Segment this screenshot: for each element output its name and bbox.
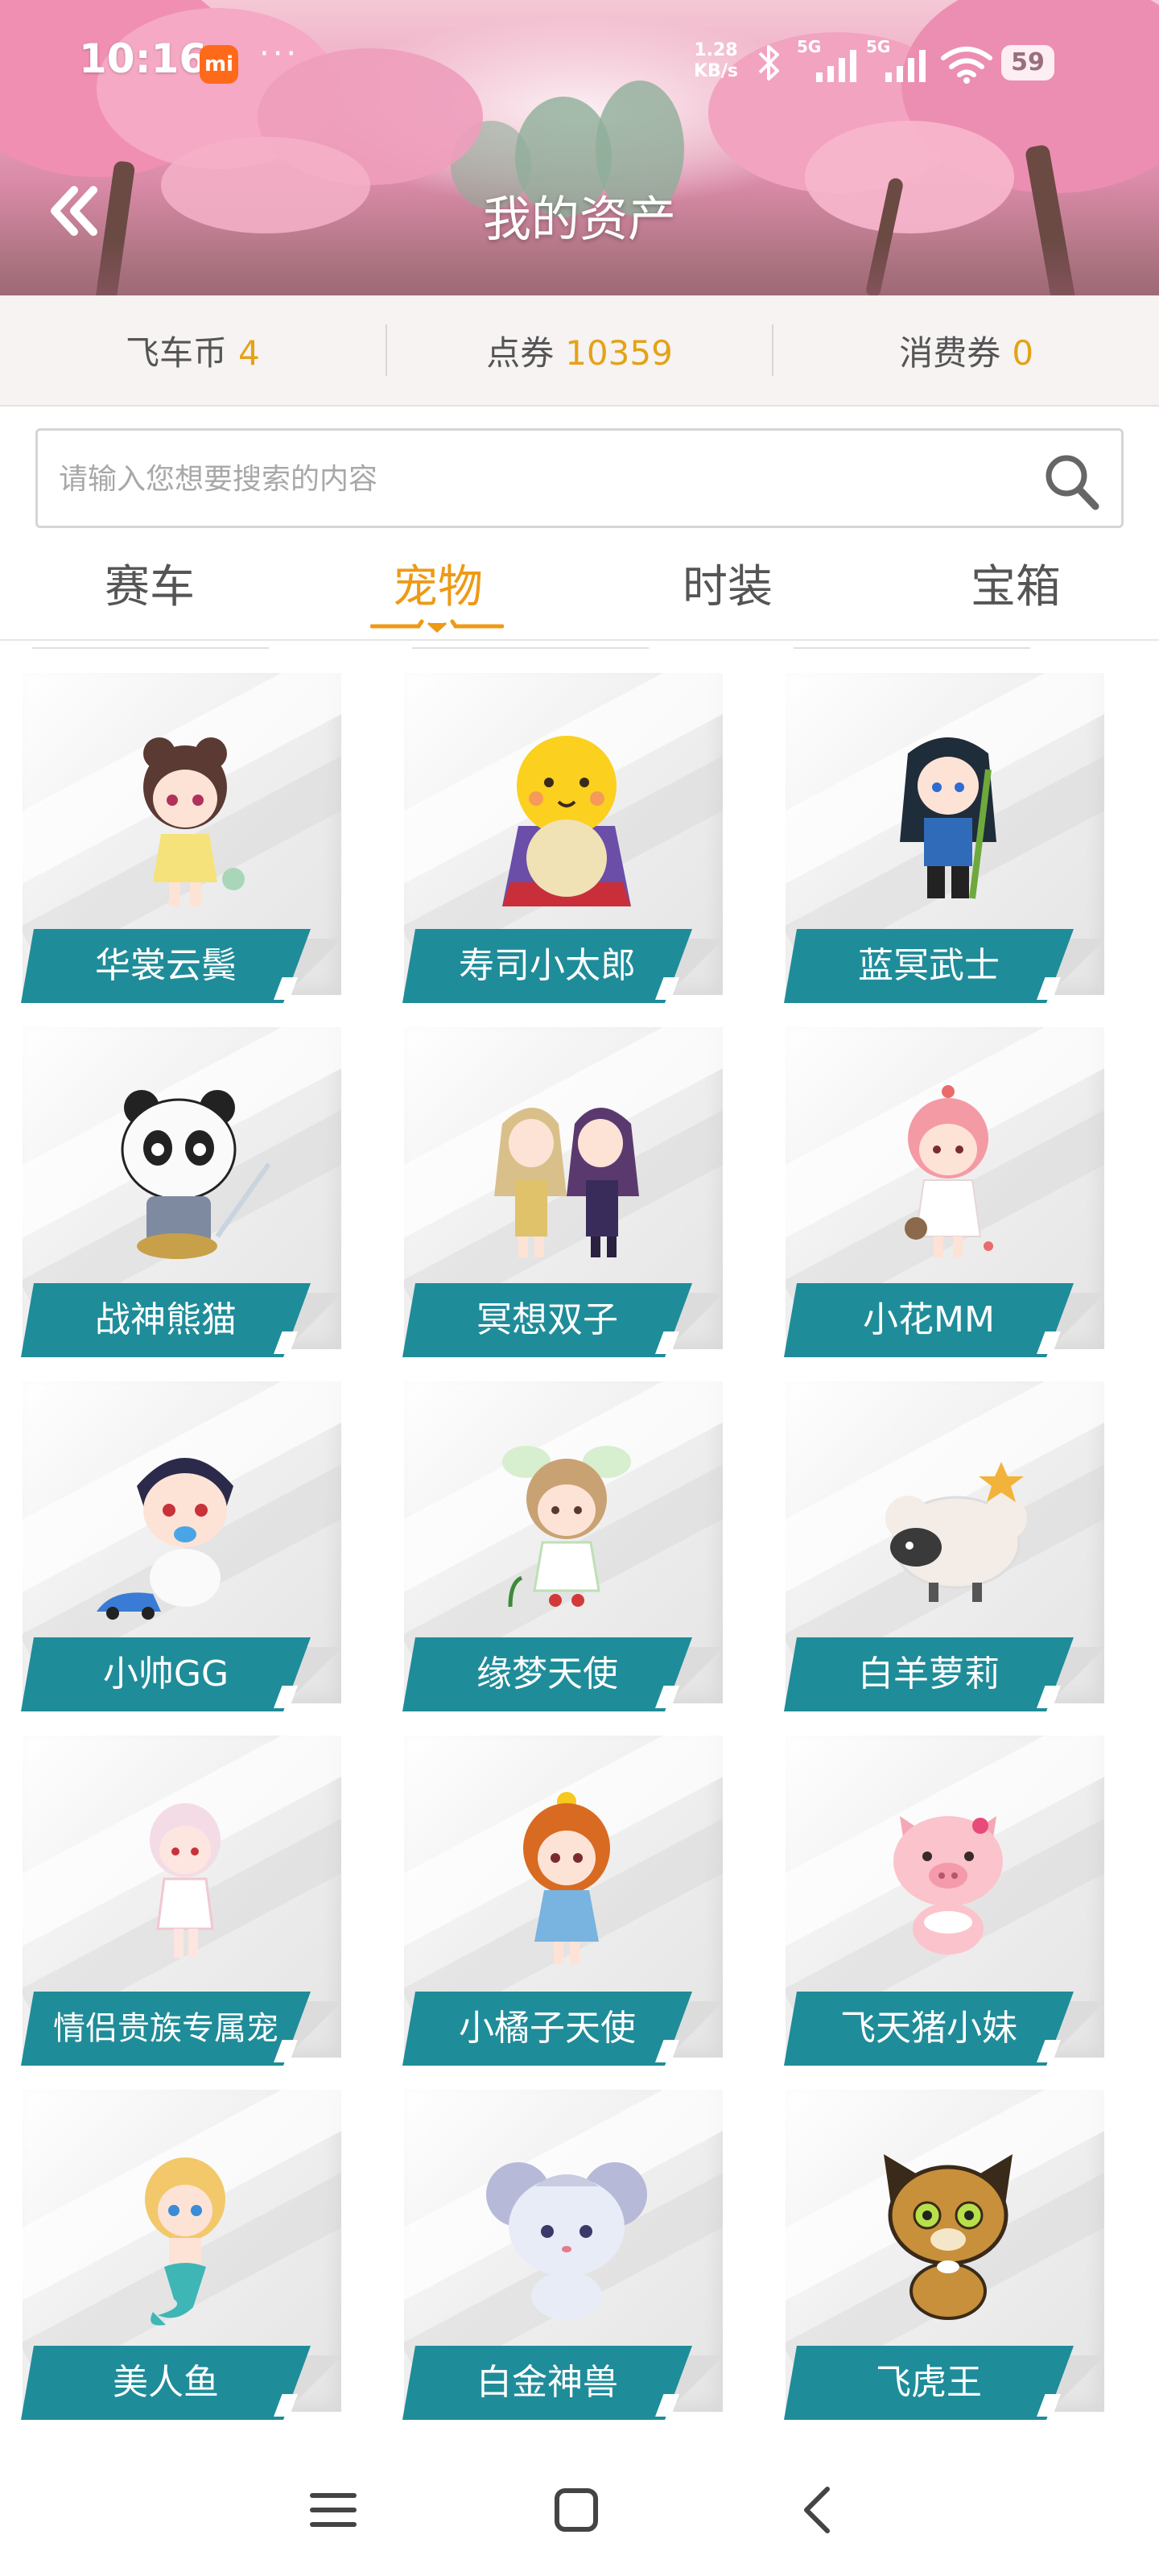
wifi-icon (941, 47, 992, 84)
pet-girl-icon (523, 1792, 610, 1964)
pet-name: 情侣贵族专属宠 (21, 1992, 311, 2066)
pet-mermaid-icon (145, 2157, 225, 2326)
search-input[interactable] (59, 455, 944, 503)
net-speed-unit: KB/s (694, 61, 738, 81)
pet-name: 蓝冥武士 (784, 929, 1074, 1003)
net-speed-value: 1.28 (694, 40, 738, 60)
pet-name: 飞天猪小妹 (784, 1992, 1074, 2066)
pet-girl-icon (150, 1803, 221, 1958)
home-square-icon[interactable] (544, 2478, 608, 2542)
pet-name: 白金神兽 (402, 2346, 692, 2420)
pet-card[interactable]: 蓝冥武士 (763, 673, 1104, 1003)
mi-app-icon: mi (200, 45, 238, 84)
status-bar: 10:16 mi ··· 1.28 KB/s 5G 5G 59 (0, 0, 1159, 129)
pet-name: 战神熊猫 (21, 1283, 311, 1357)
pet-warrior-icon (900, 737, 996, 899)
currency-label: 飞车币 (125, 332, 227, 373)
pet-card[interactable]: 缘梦天使 (382, 1381, 723, 1711)
more-notifications-icon: ··· (259, 35, 300, 72)
pet-name: 小花MM (784, 1283, 1074, 1357)
pet-card[interactable]: 飞天猪小妹 (763, 1736, 1104, 2066)
pet-card[interactable]: 战神熊猫 (0, 1027, 341, 1357)
pet-name: 美人鱼 (21, 2346, 311, 2420)
pet-girl-icon (143, 737, 245, 906)
pet-tiger-icon (884, 2154, 1013, 2320)
currency-value: 10359 (565, 332, 673, 373)
search-box (35, 428, 1124, 528)
pet-panda-icon (121, 1090, 271, 1259)
pet-girl-icon (905, 1085, 993, 1257)
bluetooth-icon (758, 45, 779, 80)
tab-racing[interactable]: 赛车 (29, 551, 270, 616)
net-speed: 1.28 KB/s (694, 40, 738, 82)
pet-card[interactable]: 小帅GG (0, 1381, 341, 1711)
currency-xiaofeiquan: 消费券 0 (773, 326, 1159, 375)
pet-card[interactable]: 小橘子天使 (382, 1736, 723, 2066)
currency-dianquan: 点券 10359 (387, 326, 773, 375)
pet-chick-icon (502, 736, 631, 906)
pet-card[interactable]: 冥想双子 (382, 1027, 723, 1357)
header-banner: 10:16 mi ··· 1.28 KB/s 5G 5G 59 我的资产 (0, 0, 1159, 295)
pet-name: 飞虎王 (784, 2346, 1074, 2420)
battery-icon: 59 (1001, 45, 1054, 80)
pet-angel-icon (502, 1446, 631, 1608)
active-tab-indicator (370, 619, 504, 633)
tab-chests[interactable]: 宝箱 (895, 551, 1136, 616)
page-title: 我的资产 (483, 192, 676, 248)
category-tabs: 赛车 宠物 时装 宝箱 (0, 539, 1159, 641)
pet-sheep-icon (885, 1462, 1027, 1602)
pet-twins-icon (494, 1108, 639, 1257)
currency-label: 消费券 (899, 332, 1001, 373)
currency-feichebi: 飞车币 4 (0, 326, 386, 375)
divider (32, 647, 269, 649)
pet-card[interactable]: 华裳云鬓 (0, 673, 341, 1003)
pet-mouse-icon (486, 2162, 647, 2320)
menu-icon[interactable] (301, 2478, 365, 2542)
currency-bar: 飞车币 4 点券 10359 消费券 0 (0, 295, 1159, 407)
tab-fashion[interactable]: 时装 (607, 551, 848, 616)
pet-card[interactable]: 情侣贵族专属宠 (0, 1736, 341, 2066)
pet-card[interactable]: 寿司小太郎 (382, 673, 723, 1003)
pet-pig-icon (893, 1816, 1003, 1955)
pet-card[interactable]: 飞虎王 (763, 2090, 1104, 2420)
search-icon[interactable] (1039, 450, 1103, 514)
back-chevron-icon[interactable] (787, 2478, 852, 2542)
divider (412, 647, 649, 649)
pet-name: 小帅GG (21, 1637, 311, 1711)
tab-pets[interactable]: 宠物 (317, 551, 559, 616)
pet-card[interactable]: 白羊萝莉 (763, 1381, 1104, 1711)
pet-baby-icon (97, 1458, 233, 1620)
divider (794, 647, 1030, 649)
signal-icon (816, 50, 856, 82)
pet-card[interactable]: 小花MM (763, 1027, 1104, 1357)
currency-label: 点券 (486, 332, 555, 373)
pet-card[interactable]: 美人鱼 (0, 2090, 341, 2420)
pet-name: 白羊萝莉 (784, 1637, 1074, 1711)
pet-name: 寿司小太郎 (402, 929, 692, 1003)
status-time: 10:16 (79, 35, 208, 82)
pet-name: 缘梦天使 (402, 1637, 692, 1711)
pet-name: 冥想双子 (402, 1283, 692, 1357)
signal-icon (885, 50, 926, 82)
system-nav-bar (0, 2431, 1159, 2576)
pet-name: 小橘子天使 (402, 1992, 692, 2066)
pet-card[interactable]: 白金神兽 (382, 2090, 723, 2420)
currency-value: 4 (237, 332, 260, 373)
currency-value: 0 (1012, 332, 1034, 373)
pet-name: 华裳云鬓 (21, 929, 311, 1003)
